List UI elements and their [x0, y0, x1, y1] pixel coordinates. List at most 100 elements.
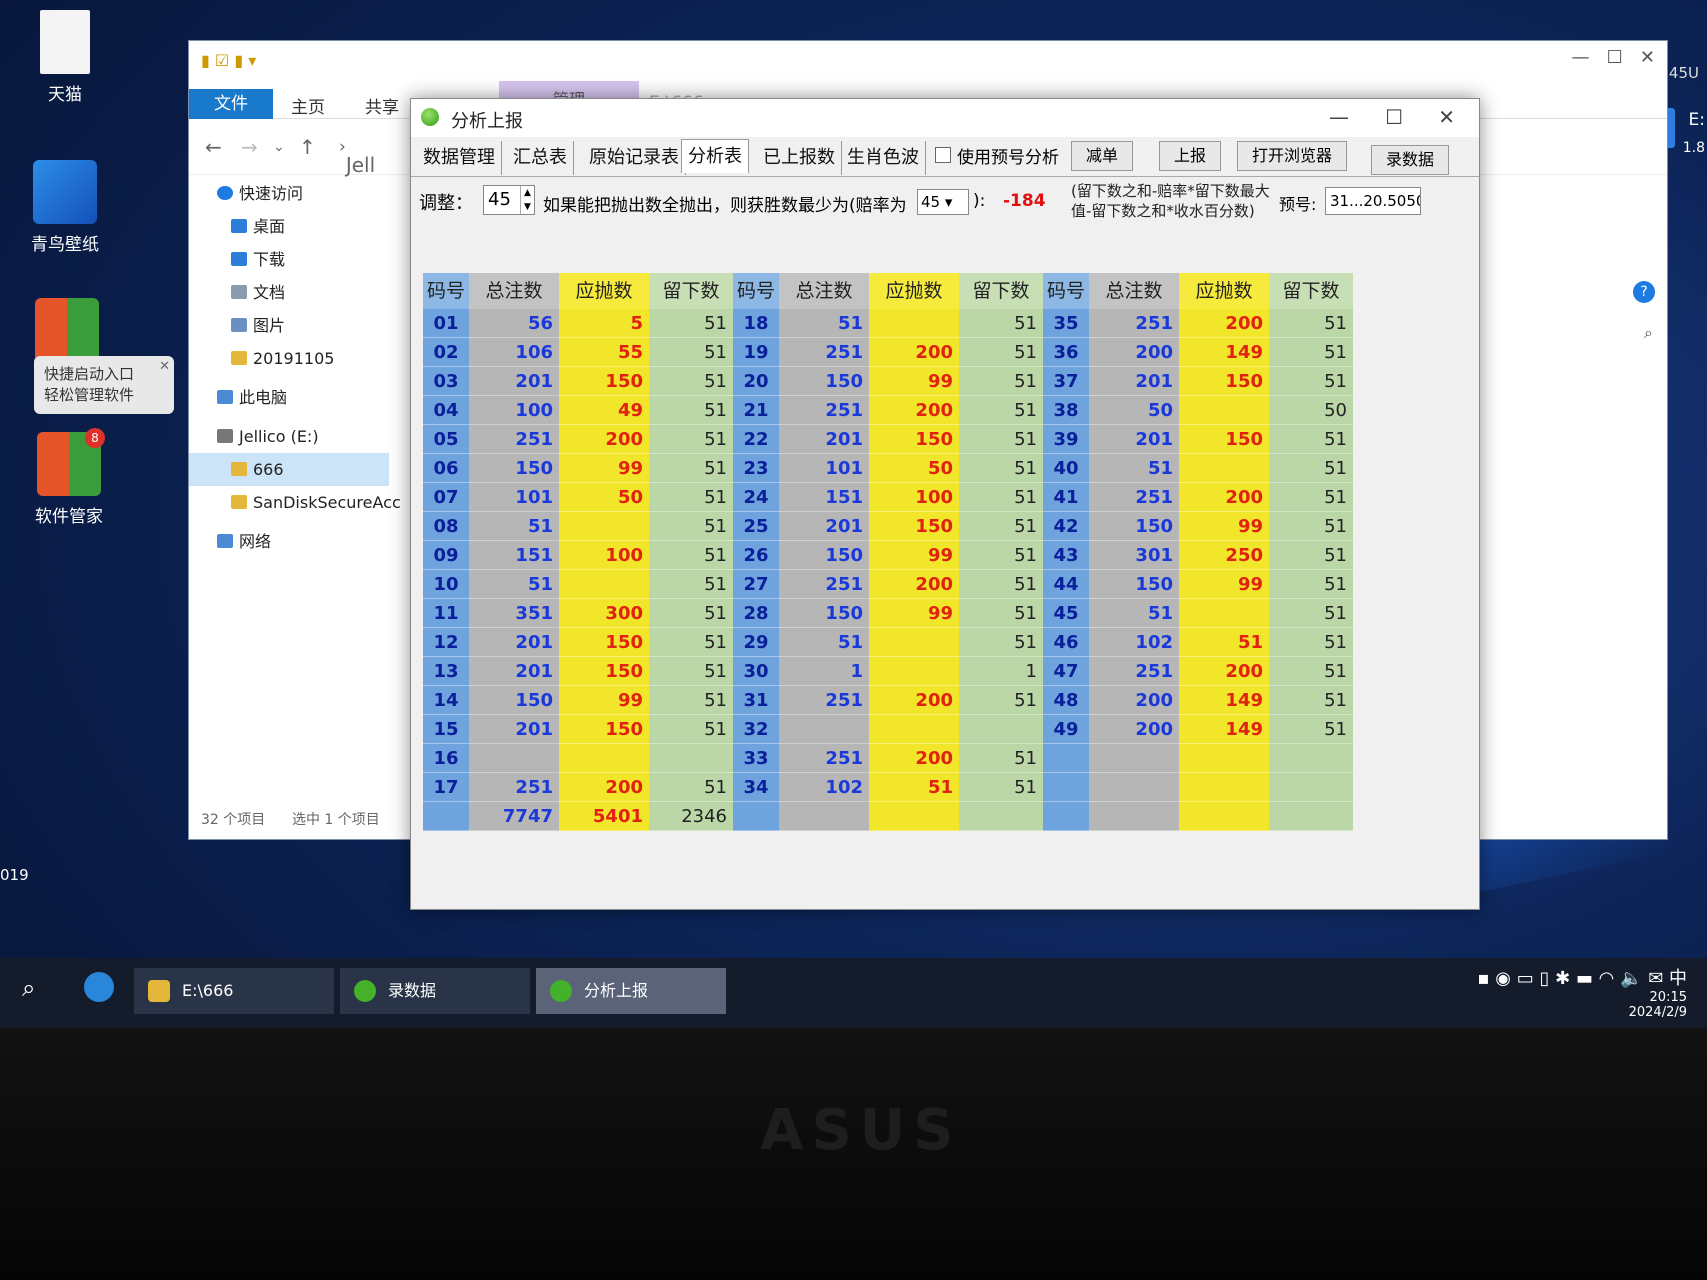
- table-cell-keep[interactable]: 51: [959, 773, 1043, 802]
- tab-summary[interactable]: 汇总表: [507, 141, 574, 175]
- table-cell-code[interactable]: 29: [733, 628, 779, 657]
- table-cell-code[interactable]: 31: [733, 686, 779, 715]
- table-cell-throw[interactable]: 99: [559, 686, 649, 715]
- table-cell-total[interactable]: [1089, 744, 1179, 773]
- table-cell-throw[interactable]: 150: [559, 715, 649, 744]
- table-cell-code[interactable]: 34: [733, 773, 779, 802]
- table-cell-keep[interactable]: 51: [649, 628, 733, 657]
- table-cell-code[interactable]: 32: [733, 715, 779, 744]
- table-cell-throw[interactable]: 300: [559, 599, 649, 628]
- table-cell-keep[interactable]: 51: [1269, 338, 1353, 367]
- table-cell-code[interactable]: 37: [1043, 367, 1089, 396]
- table-cell-keep[interactable]: 51: [1269, 367, 1353, 396]
- table-cell-throw[interactable]: 150: [559, 367, 649, 396]
- table-cell-keep[interactable]: 51: [649, 396, 733, 425]
- table-cell-throw[interactable]: 99: [869, 367, 959, 396]
- table-cell-throw[interactable]: [559, 570, 649, 599]
- table-cell-code[interactable]: [1043, 744, 1089, 773]
- table-cell-code[interactable]: 24: [733, 483, 779, 512]
- table-cell-keep[interactable]: 51: [649, 570, 733, 599]
- table-cell-total[interactable]: 150: [1089, 512, 1179, 541]
- table-cell-keep[interactable]: 51: [649, 483, 733, 512]
- desktop-icon-qingniao[interactable]: 青鸟壁纸: [10, 160, 120, 255]
- tab-data-management[interactable]: 数据管理: [417, 141, 502, 175]
- table-cell-keep[interactable]: 51: [1269, 657, 1353, 686]
- nav-drive-e[interactable]: Jellico (E:): [189, 420, 389, 453]
- table-cell-throw[interactable]: 200: [869, 338, 959, 367]
- table-cell-code[interactable]: 17: [423, 773, 469, 802]
- table-cell-code[interactable]: 45: [1043, 599, 1089, 628]
- table-cell-keep[interactable]: [649, 744, 733, 773]
- table-cell-code[interactable]: 44: [1043, 570, 1089, 599]
- table-cell-keep[interactable]: 51: [1269, 599, 1353, 628]
- table-cell-keep[interactable]: 51: [649, 338, 733, 367]
- close-icon[interactable]: ✕: [159, 356, 170, 377]
- table-cell-total[interactable]: 301: [1089, 541, 1179, 570]
- table-cell-code[interactable]: 28: [733, 599, 779, 628]
- table-cell-keep[interactable]: 51: [959, 599, 1043, 628]
- column-header-code[interactable]: 码号: [423, 273, 469, 309]
- taskbar-item-explorer[interactable]: E:\666: [134, 968, 334, 1014]
- table-cell-keep[interactable]: 51: [959, 367, 1043, 396]
- table-cell-total[interactable]: 51: [1089, 599, 1179, 628]
- table-cell-total[interactable]: 201: [469, 367, 559, 396]
- table-cell-total[interactable]: 251: [1089, 309, 1179, 338]
- yuhao-field[interactable]: 31...20.5050(: [1325, 187, 1421, 215]
- help-icon[interactable]: ?: [1633, 281, 1655, 303]
- table-cell-throw[interactable]: 200: [559, 773, 649, 802]
- table-cell-code[interactable]: 20: [733, 367, 779, 396]
- table-cell-throw[interactable]: [1179, 599, 1269, 628]
- table-cell-code[interactable]: 14: [423, 686, 469, 715]
- table-cell-code[interactable]: 16: [423, 744, 469, 773]
- table-cell-keep[interactable]: 51: [959, 454, 1043, 483]
- taskbar-item-record-data[interactable]: 录数据: [340, 968, 530, 1014]
- table-cell-code[interactable]: 39: [1043, 425, 1089, 454]
- nav-documents[interactable]: 文档: [189, 276, 389, 309]
- table-cell-keep[interactable]: 51: [1269, 570, 1353, 599]
- table-cell-code[interactable]: 42: [1043, 512, 1089, 541]
- clock-time[interactable]: 20:15: [1477, 990, 1687, 1005]
- stepper-arrows-icon[interactable]: ▲ ▼: [520, 186, 534, 214]
- table-cell-total[interactable]: 201: [469, 628, 559, 657]
- table-cell-code[interactable]: 30: [733, 657, 779, 686]
- table-cell-throw[interactable]: 55: [559, 338, 649, 367]
- table-cell-total[interactable]: 201: [1089, 367, 1179, 396]
- explorer-window-controls[interactable]: — ☐ ✕: [1571, 47, 1655, 68]
- table-cell-keep[interactable]: 51: [649, 512, 733, 541]
- table-cell-throw[interactable]: 5: [559, 309, 649, 338]
- close-icon[interactable]: ✕: [1438, 105, 1455, 129]
- table-cell-throw[interactable]: [1179, 454, 1269, 483]
- table-cell-code[interactable]: 02: [423, 338, 469, 367]
- table-cell-code[interactable]: [1043, 773, 1089, 802]
- breadcrumb[interactable]: › Jell: [339, 137, 375, 177]
- table-cell-code[interactable]: 10: [423, 570, 469, 599]
- tab-reported[interactable]: 已上报数: [757, 141, 842, 175]
- nav-folder-666[interactable]: 666: [189, 453, 389, 486]
- column-header-code[interactable]: 码号: [733, 273, 779, 309]
- table-cell-throw[interactable]: 50: [869, 454, 959, 483]
- table-cell-total[interactable]: 106: [469, 338, 559, 367]
- ie-browser-icon[interactable]: [84, 972, 114, 1002]
- table-cell-keep[interactable]: 51: [1269, 483, 1353, 512]
- table-cell-throw[interactable]: 200: [869, 744, 959, 773]
- table-cell-code[interactable]: 01: [423, 309, 469, 338]
- table-cell-code[interactable]: 47: [1043, 657, 1089, 686]
- table-cell-keep[interactable]: 51: [649, 686, 733, 715]
- table-cell-total[interactable]: 201: [779, 425, 869, 454]
- table-cell-code[interactable]: 05: [423, 425, 469, 454]
- table-cell-code[interactable]: 06: [423, 454, 469, 483]
- table-cell-total[interactable]: 351: [469, 599, 559, 628]
- table-cell-keep[interactable]: 51: [1269, 715, 1353, 744]
- table-cell-keep[interactable]: 51: [649, 454, 733, 483]
- table-cell-total[interactable]: 51: [1089, 454, 1179, 483]
- tab-analysis[interactable]: 分析表: [681, 139, 749, 173]
- table-cell-keep[interactable]: 51: [959, 309, 1043, 338]
- table-cell-keep[interactable]: 51: [959, 425, 1043, 454]
- table-cell-code[interactable]: 08: [423, 512, 469, 541]
- desktop-icon-tmall[interactable]: 天猫: [10, 10, 120, 105]
- table-cell-throw[interactable]: [559, 512, 649, 541]
- quick-access-toolbar[interactable]: ▮ ☑ ▮ ▾: [201, 51, 256, 70]
- table-cell-total[interactable]: 100: [469, 396, 559, 425]
- table-cell-throw[interactable]: 100: [869, 483, 959, 512]
- nav-pictures[interactable]: 图片: [189, 309, 389, 342]
